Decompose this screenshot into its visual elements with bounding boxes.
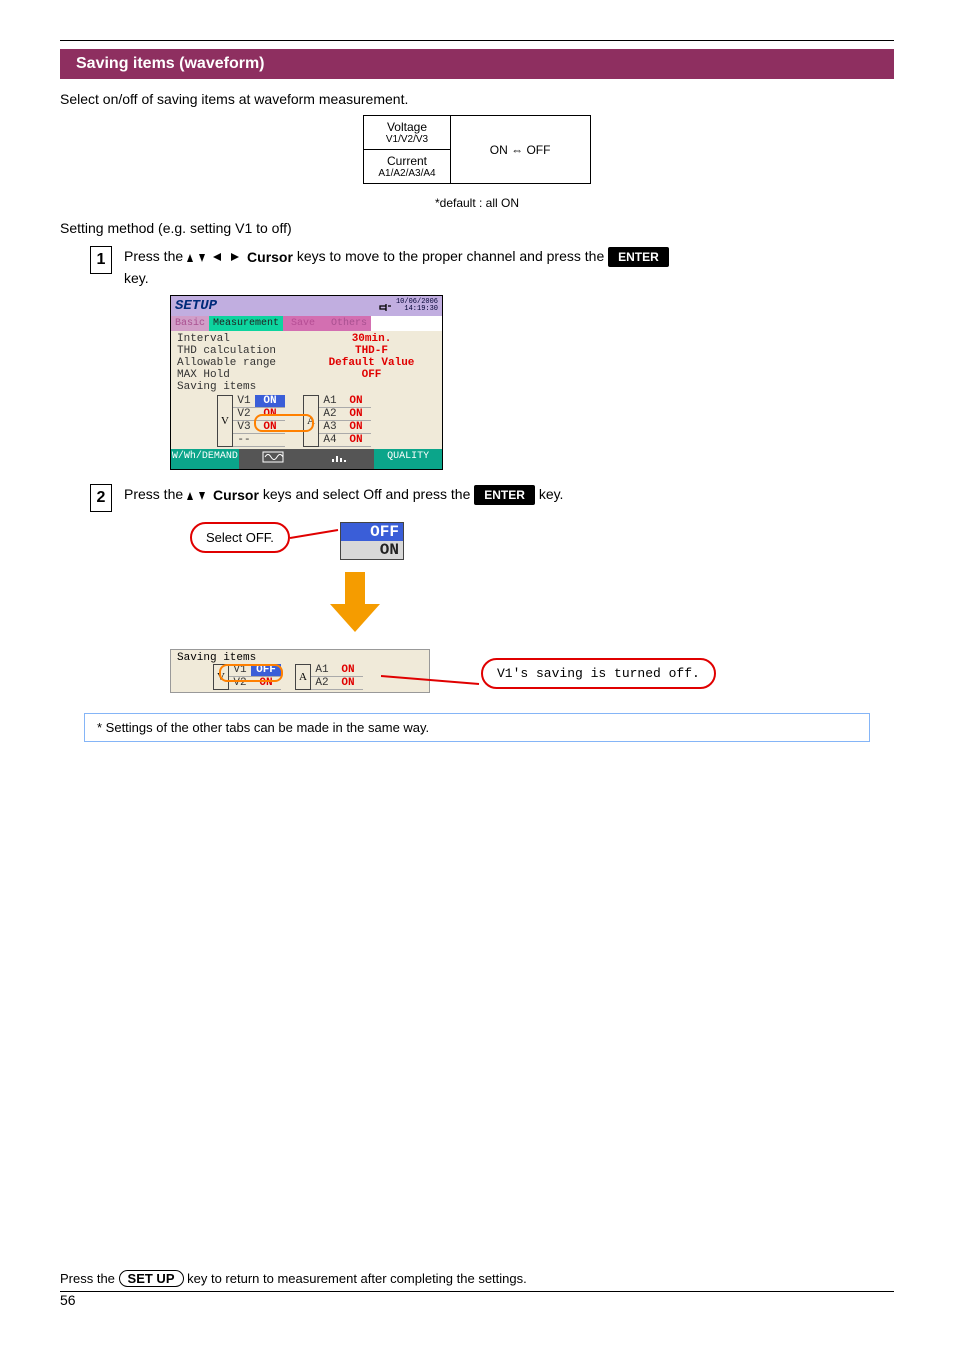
spec-voltage-label: Voltage V1/V2/V3 — [364, 116, 450, 150]
bottom-note: Press the SET UP key to return to measur… — [60, 1270, 894, 1308]
tab-others[interactable]: Others — [323, 316, 371, 331]
row-max-label: MAX Hold — [177, 369, 307, 381]
spec-table: Voltage V1/V2/V3 ON ⇔ OFF Current A1/A2/… — [363, 115, 590, 184]
device-screenshot-1: SETUP 10/06/200614:19:30 Basic Measureme… — [170, 295, 894, 470]
device-screenshot-2: Saving items V V1OFF V2ON A A1ON A2ON V1… — [170, 649, 430, 693]
result-a2-state: ON — [333, 677, 363, 689]
bar-icon — [329, 451, 351, 463]
method-label: Setting method (e.g. setting V1 to off) — [60, 220, 894, 236]
result-a1-state: ON — [333, 664, 363, 676]
v3-state[interactable]: ON — [255, 421, 285, 433]
a4-state[interactable]: ON — [341, 434, 371, 446]
a2-state[interactable]: ON — [341, 408, 371, 420]
bubble-tail-2 — [381, 674, 481, 690]
wave-icon — [262, 451, 284, 463]
plug-icon — [378, 300, 392, 312]
result-v1-state: OFF — [251, 664, 281, 676]
tab-measurement[interactable]: Measurement — [209, 316, 283, 331]
note-box: * Settings of the other tabs can be made… — [84, 713, 870, 742]
down-arrow-icon — [330, 572, 894, 637]
result-v2-state: ON — [251, 677, 281, 689]
spec-current-label: Current A1/A2/A3/A4 — [364, 150, 450, 184]
popup-row: Select OFF. OFF ON — [190, 522, 894, 560]
cursor-key-updown: Cursor — [187, 485, 259, 506]
v-section-label: V — [217, 395, 233, 447]
a-cells: A1ON A2ON A3ON A4ON — [319, 395, 371, 447]
row-thd-label: THD calculation — [177, 345, 307, 357]
v2-state[interactable]: ON — [255, 408, 285, 420]
enter-key-2: ENTER — [474, 485, 535, 505]
off-on-popup[interactable]: OFF ON — [340, 522, 404, 560]
step-1-text: Press the Cursor keys to move to the pro… — [124, 246, 669, 289]
row-interval-value: 30min. — [307, 333, 436, 345]
screen-title: SETUP — [175, 298, 217, 314]
saving-grid: V V1ON V2ON V3ON -- A A1ON A2ON A3ON — [217, 395, 436, 447]
cursor-key-4way: Cursor — [187, 247, 293, 268]
bubble-select-off: Select OFF. — [190, 522, 290, 553]
step-2-text: Press the Cursor keys and select Off and… — [124, 484, 563, 506]
v1-state[interactable]: ON — [255, 395, 285, 407]
screen-datetime: 10/06/200614:19:30 — [396, 299, 438, 313]
bubble-turned-off: V1's saving is turned off. — [481, 658, 716, 689]
enter-key: ENTER — [608, 247, 669, 267]
bubble-tail-1 — [290, 528, 340, 544]
footer-btn-2[interactable] — [239, 449, 307, 469]
section-title: Saving items (waveform) — [76, 55, 265, 72]
row-saving-label: Saving items — [177, 381, 307, 393]
footer-btn-1[interactable]: W/Wh/DEMAND — [171, 449, 239, 469]
section-title-bar: Saving items (waveform) — [60, 49, 894, 79]
spec-value-cell: ON ⇔ OFF — [450, 116, 590, 184]
step-1-number: 1 — [90, 246, 112, 274]
step-2-number: 2 — [90, 484, 112, 512]
row-thd-value: THD-F — [307, 345, 436, 357]
page-header — [60, 40, 894, 41]
footer-btn-3[interactable] — [307, 449, 375, 469]
a-section-label: A — [303, 395, 319, 447]
step-2: 2 Press the Cursor keys and select Off a… — [90, 484, 894, 512]
result-saving-label: Saving items — [177, 652, 423, 664]
v-cells: V1ON V2ON V3ON -- — [233, 395, 285, 447]
default-note: *default : all ON — [60, 196, 894, 210]
row-max-value: OFF — [307, 369, 436, 381]
page-number: 56 — [60, 1292, 894, 1308]
intro-text: Select on/off of saving items at wavefor… — [60, 91, 894, 107]
row-allow-label: Allowable range — [177, 357, 307, 369]
row-interval-label: Interval — [177, 333, 307, 345]
footer-btn-4[interactable]: QUALITY — [374, 449, 442, 469]
tab-save[interactable]: Save — [283, 316, 323, 331]
popup-off[interactable]: OFF — [341, 523, 403, 541]
popup-on[interactable]: ON — [341, 541, 403, 559]
screen-tabs: Basic Measurement Save Others — [171, 316, 442, 331]
a3-state[interactable]: ON — [341, 421, 371, 433]
row-allow-value: Default Value — [307, 357, 436, 369]
setup-key: SET UP — [119, 1270, 184, 1287]
screen-footer: W/Wh/DEMAND QUALITY — [171, 449, 442, 469]
step-1: 1 Press the Cursor keys to move to the p… — [90, 246, 894, 289]
a1-state[interactable]: ON — [341, 395, 371, 407]
tab-basic[interactable]: Basic — [171, 316, 209, 331]
